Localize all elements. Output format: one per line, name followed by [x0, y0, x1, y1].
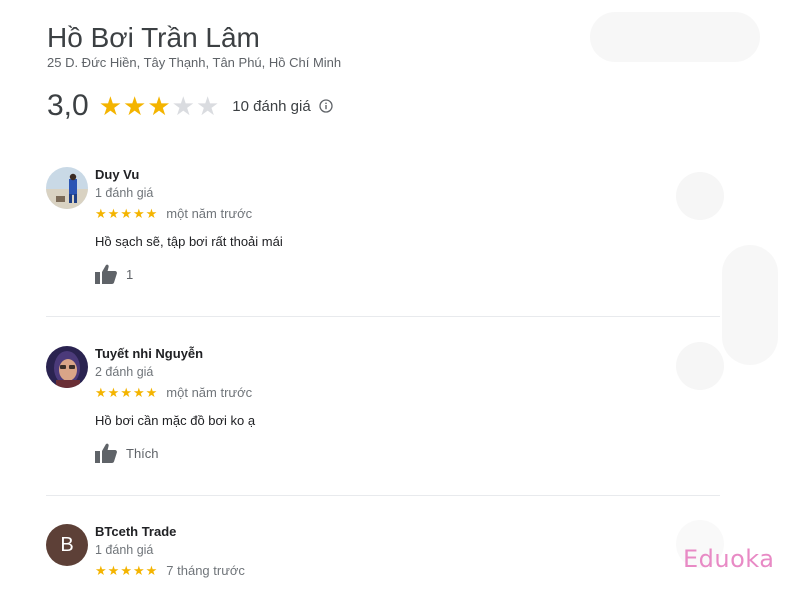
- star-icon: ★: [120, 385, 132, 400]
- divider: [46, 316, 720, 317]
- placeholder-pill: [590, 12, 760, 62]
- star-icon: ★: [132, 563, 145, 578]
- star-icon: ★: [145, 563, 158, 578]
- star-icon: ★: [147, 91, 171, 121]
- star-icon: ★: [120, 206, 132, 221]
- placeholder-bar: [722, 245, 778, 365]
- star-icon: ★: [95, 385, 107, 400]
- star-icon: ★: [95, 563, 107, 578]
- star-icon: ★: [132, 206, 145, 221]
- watermark-logo: Eduoka: [683, 545, 775, 573]
- review-stars: ★ ★ ★ ★ ★: [95, 207, 158, 220]
- divider: [46, 495, 720, 496]
- reviewer-name[interactable]: Duy Vu: [95, 167, 283, 182]
- star-icon: ★: [107, 385, 120, 400]
- avatar-photo: [46, 346, 88, 388]
- star-icon: ★: [98, 91, 123, 121]
- star-icon: ★: [195, 91, 220, 121]
- review-time: một năm trước: [166, 385, 253, 400]
- placeholder-circle: [676, 172, 724, 220]
- reviewer-name[interactable]: BTceth Trade: [95, 524, 245, 539]
- info-icon[interactable]: [319, 99, 333, 113]
- reviewer-review-count: 1 đánh giá: [95, 186, 154, 200]
- like-button[interactable]: Thích: [95, 442, 255, 464]
- review-count[interactable]: 10 đánh giá: [232, 98, 310, 115]
- rating-summary: 3,0 ★ ★ ★ ★ ★ 10 đánh giá: [47, 86, 333, 126]
- place-address: 25 D. Đức Hiền, Tây Thạnh, Tân Phú, Hồ C…: [47, 55, 342, 70]
- avatar[interactable]: [46, 346, 88, 388]
- reviewer-review-count: 1 đánh giá: [95, 543, 154, 557]
- star-icon: ★: [123, 91, 147, 121]
- reviewer-review-count: 2 đánh giá: [95, 365, 154, 379]
- star-icon: ★: [120, 563, 132, 578]
- like-label: Thích: [126, 445, 159, 461]
- review-stars: ★ ★ ★ ★ ★: [95, 564, 158, 577]
- star-icon: ★: [145, 385, 158, 400]
- star-icon: ★: [171, 91, 195, 121]
- star-icon: ★: [107, 206, 120, 221]
- thumbs-up-icon: [95, 264, 117, 284]
- thumbs-up-icon: [95, 443, 117, 463]
- rating-stars: ★ ★ ★ ★ ★: [99, 93, 221, 119]
- place-title: Hồ Bơi Trần Lâm: [47, 22, 260, 53]
- star-icon: ★: [145, 206, 158, 221]
- placeholder-circle: [676, 342, 724, 390]
- reviewer-name[interactable]: Tuyết nhi Nguyễn: [95, 346, 255, 361]
- review-time: 7 tháng trước: [166, 563, 245, 578]
- avatar-photo: [46, 167, 88, 209]
- review-time: một năm trước: [166, 206, 253, 221]
- review-text: Hồ sạch sẽ, tập bơi rất thoải mái: [95, 234, 283, 249]
- rating-value: 3,0: [47, 89, 89, 122]
- star-icon: ★: [107, 563, 120, 578]
- review-stars: ★ ★ ★ ★ ★: [95, 386, 158, 399]
- avatar[interactable]: B: [46, 524, 88, 566]
- review-text: Hồ bơi cần mặc đồ bơi ko ạ: [95, 413, 256, 428]
- avatar[interactable]: [46, 167, 88, 209]
- star-icon: ★: [132, 385, 145, 400]
- avatar-letter: B: [60, 533, 74, 556]
- like-button[interactable]: 1: [95, 263, 283, 285]
- star-icon: ★: [95, 206, 107, 221]
- like-count: 1: [126, 266, 134, 282]
